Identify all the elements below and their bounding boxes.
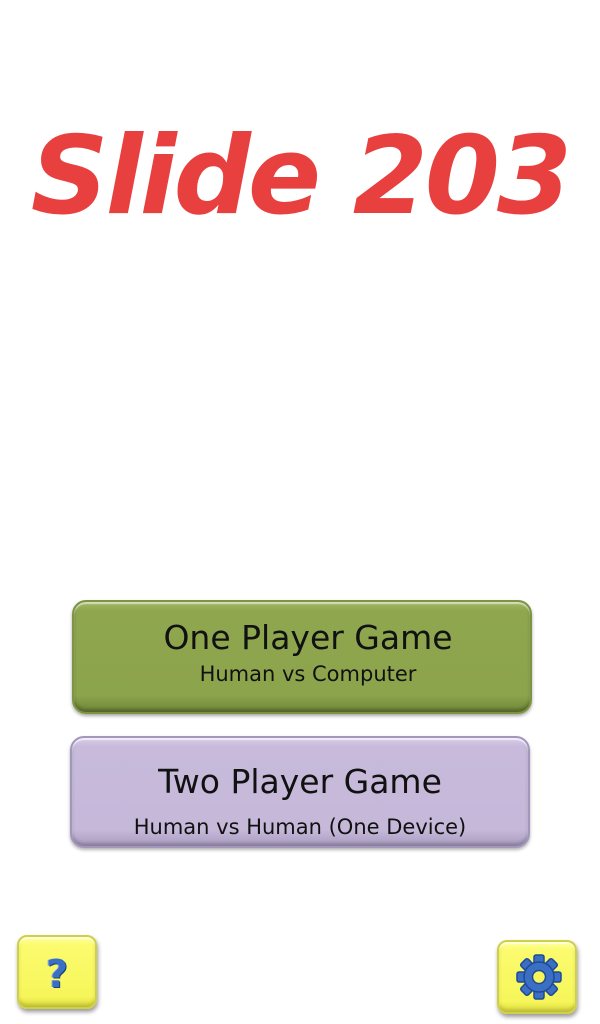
question-mark-icon: ? (45, 952, 69, 996)
two-player-subtitle: Human vs Human (One Device) (133, 815, 467, 839)
two-player-game-button[interactable]: Two Player Game Human vs Human (One Devi… (70, 736, 530, 848)
settings-button[interactable] (497, 940, 577, 1014)
one-player-subtitle: Human vs Computer (199, 662, 417, 686)
one-player-game-button[interactable]: One Player Game Human vs Computer (72, 600, 532, 714)
game-title: Slide 203 (30, 114, 572, 239)
one-player-label: One Player Game (163, 618, 453, 657)
two-player-label: Two Player Game (158, 762, 442, 801)
help-button[interactable]: ? (17, 935, 97, 1009)
gear-icon (516, 954, 562, 1000)
